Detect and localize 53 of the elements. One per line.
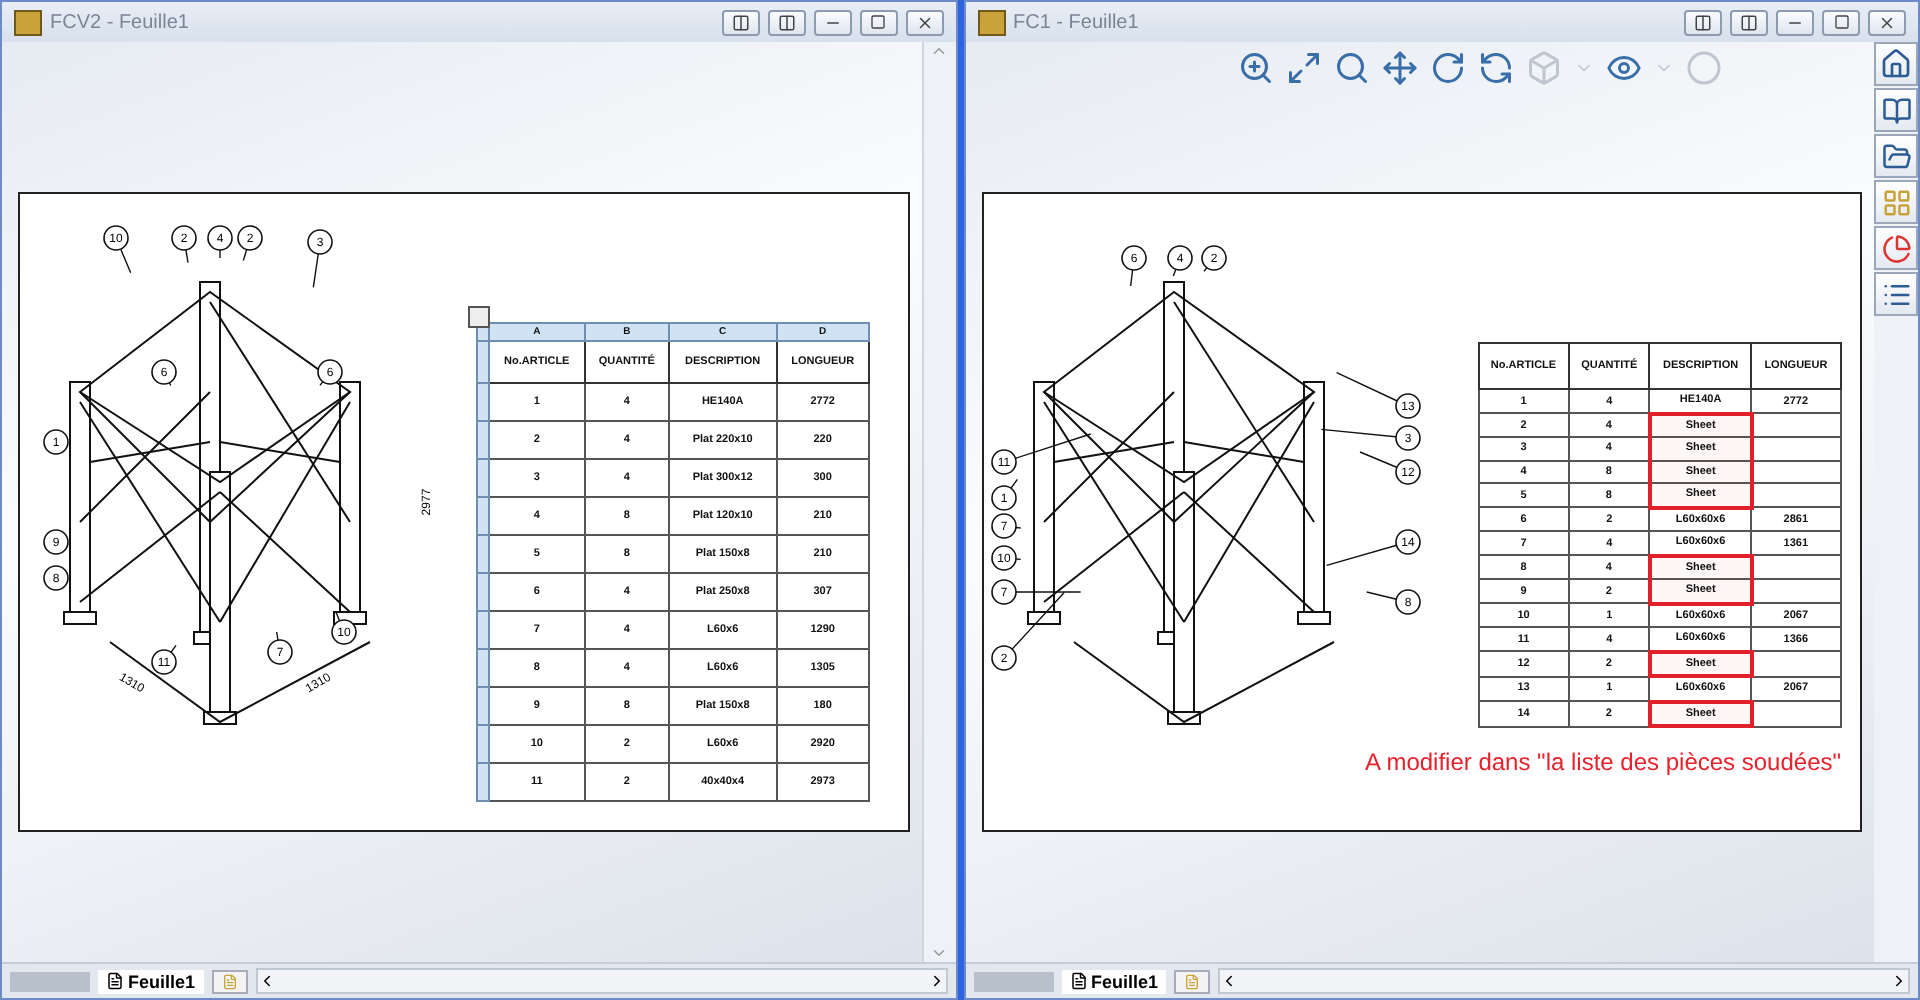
maximize-icon xyxy=(870,14,886,30)
list-icon[interactable] xyxy=(1874,272,1918,316)
pie-chart-icon[interactable] xyxy=(1874,226,1918,270)
tile-button[interactable] xyxy=(721,9,759,35)
eye-icon[interactable] xyxy=(1605,50,1642,86)
maximize-icon xyxy=(1833,14,1849,30)
table-move-handle[interactable] xyxy=(468,306,490,328)
horizontal-scrollbar[interactable] xyxy=(255,968,947,994)
folder-icon[interactable] xyxy=(1874,134,1918,178)
tile-button[interactable] xyxy=(767,9,805,35)
tile-button[interactable] xyxy=(1684,9,1722,35)
close-icon xyxy=(915,13,933,31)
tile-icon xyxy=(731,13,749,31)
close-icon xyxy=(1878,13,1896,31)
annotation-note: A modifier dans "la liste des pièces soudées" xyxy=(1365,748,1841,776)
sheet-tab[interactable]: Feuille1 xyxy=(98,969,204,993)
table-cell xyxy=(1751,651,1840,676)
document-icon xyxy=(1069,972,1087,990)
rotate-icon[interactable] xyxy=(1429,50,1466,86)
table-cell xyxy=(1751,579,1840,603)
tile-icon xyxy=(1740,13,1758,31)
tile-icon xyxy=(1694,13,1712,31)
table-cell xyxy=(1751,437,1840,460)
window-title: FCV2 - Feuille1 xyxy=(50,11,191,33)
minimize-button[interactable] xyxy=(1776,9,1814,35)
book-icon[interactable] xyxy=(1874,88,1918,132)
caret-icon[interactable] xyxy=(1890,972,1908,990)
minimize-button[interactable] xyxy=(813,9,851,35)
zoom-fit-icon[interactable] xyxy=(1285,50,1322,86)
table-cell xyxy=(1751,483,1840,507)
tile-button[interactable] xyxy=(1730,9,1768,35)
pan-icon[interactable] xyxy=(1381,50,1418,86)
document-icon xyxy=(106,972,124,990)
zoom-in-icon[interactable] xyxy=(1237,50,1274,86)
table-cell xyxy=(1751,460,1840,483)
table-cell xyxy=(1751,555,1840,579)
close-button[interactable] xyxy=(1868,9,1906,35)
app-icon xyxy=(14,9,42,35)
horizontal-scrollbar[interactable] xyxy=(1218,968,1910,994)
document-icon xyxy=(221,973,238,989)
maximize-button[interactable] xyxy=(859,9,897,35)
table-cell xyxy=(1751,413,1840,437)
window-title: FC1 - Feuille1 xyxy=(1013,11,1141,33)
maximize-button[interactable] xyxy=(1822,9,1860,35)
table-cell xyxy=(1751,701,1840,726)
sheet-tab[interactable]: Feuille1 xyxy=(1061,969,1167,993)
close-button[interactable] xyxy=(905,9,943,35)
tile-icon xyxy=(777,13,795,31)
document-icon xyxy=(1184,973,1201,989)
home-icon[interactable] xyxy=(1874,42,1918,86)
app-icon xyxy=(977,9,1005,35)
search-icon[interactable] xyxy=(1333,50,1370,86)
refresh-icon[interactable] xyxy=(1477,50,1514,86)
